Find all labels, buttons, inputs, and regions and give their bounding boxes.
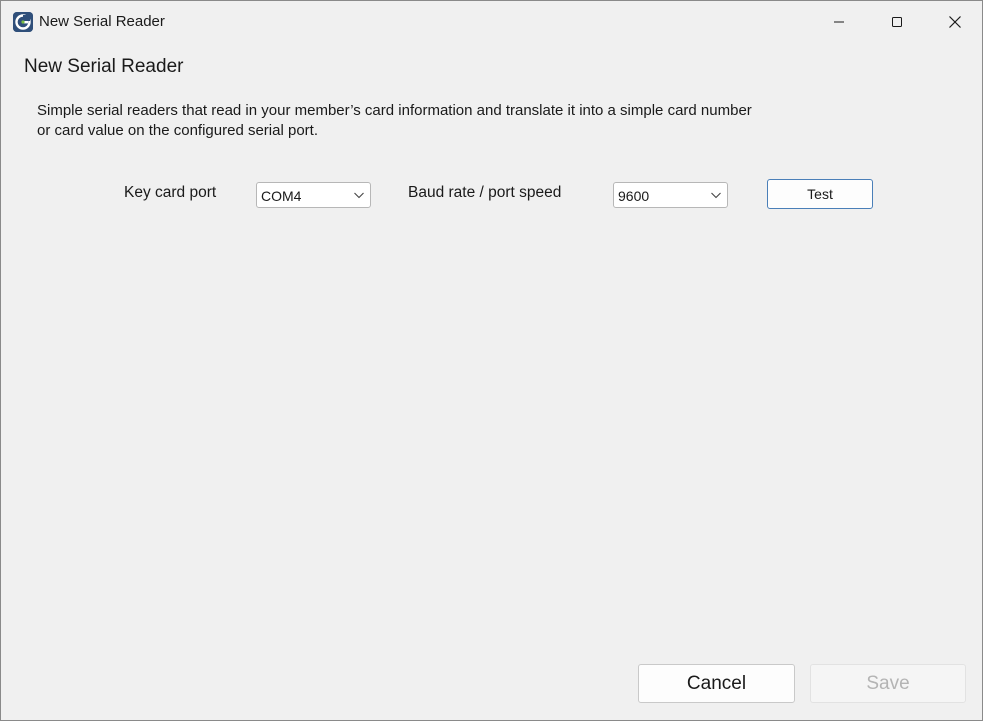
app-logo-icon <box>13 12 33 32</box>
description-line-1: Simple serial readers that read in your … <box>37 102 752 119</box>
maximize-icon <box>892 17 902 27</box>
baud-rate-dropdown[interactable]: 9600 <box>613 182 728 208</box>
page-heading: New Serial Reader <box>24 56 184 77</box>
key-card-port-label: Key card port <box>124 184 217 201</box>
title-bar[interactable]: New Serial Reader <box>1 1 982 43</box>
close-button[interactable] <box>926 1 983 43</box>
chevron-down-icon <box>711 192 721 199</box>
baud-rate-label: Baud rate / port speed <box>408 184 562 201</box>
maximize-button[interactable] <box>868 1 926 43</box>
cancel-button[interactable]: Cancel <box>638 664 795 703</box>
chevron-down-icon <box>354 192 364 199</box>
minimize-icon <box>834 21 844 23</box>
key-card-port-value: COM4 <box>261 188 302 204</box>
dialog-window: New Serial Reader New Serial Reader Simp… <box>0 0 983 721</box>
minimize-button[interactable] <box>810 1 868 43</box>
close-icon <box>949 16 961 28</box>
baud-rate-value: 9600 <box>618 188 650 204</box>
description-line-2: or card value on the configured serial p… <box>37 122 318 139</box>
key-card-port-dropdown[interactable]: COM4 <box>256 182 371 208</box>
window-title: New Serial Reader <box>39 13 165 30</box>
save-button[interactable]: Save <box>810 664 966 703</box>
description-text: Simple serial readers that read in your … <box>37 101 857 141</box>
test-button[interactable]: Test <box>767 179 873 209</box>
